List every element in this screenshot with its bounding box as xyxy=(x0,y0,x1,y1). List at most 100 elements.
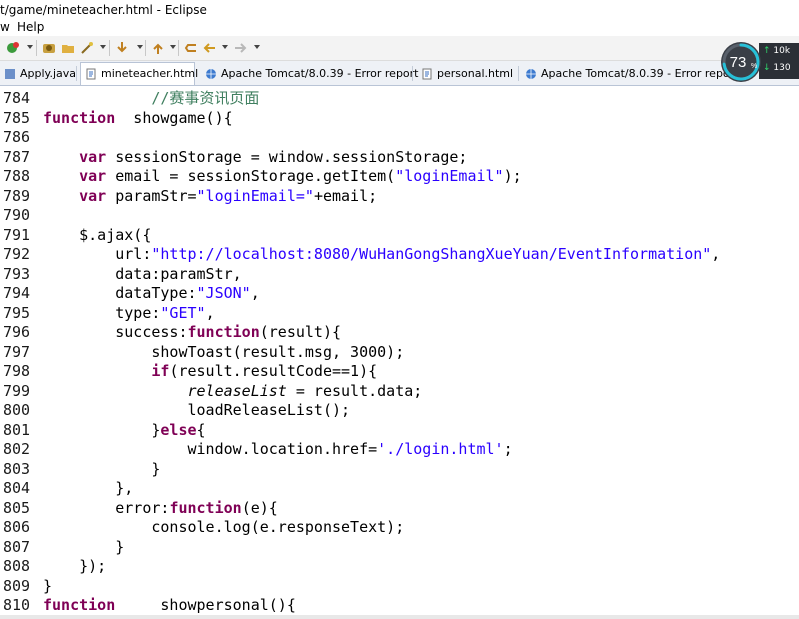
keyword-token: else xyxy=(160,420,197,439)
code-line[interactable]: 789 var paramStr="loginEmail="+email; xyxy=(0,187,799,207)
open-folder-icon[interactable] xyxy=(61,41,75,55)
code-line[interactable]: 805 error:function(e){ xyxy=(0,499,799,519)
line-number: 790 xyxy=(3,206,31,224)
tab-label: mineteacher.html xyxy=(101,67,199,80)
code-line[interactable]: 802 window.location.href='./login.html'; xyxy=(0,440,799,460)
code-line[interactable]: 798 if(result.resultCode==1){ xyxy=(0,362,799,382)
code-token: , xyxy=(250,284,260,302)
code-token: $.ajax({ xyxy=(43,225,152,244)
code-token: } xyxy=(43,576,53,595)
tab-mineteacher-html[interactable]: mineteacher.html xyxy=(80,62,199,85)
code-line[interactable]: 791 $.ajax({ xyxy=(0,226,799,246)
code-line[interactable]: 799 releaseList = result.data; xyxy=(0,382,799,402)
tab-personal-html[interactable]: personal.html xyxy=(417,63,517,84)
html-file-icon xyxy=(86,68,96,80)
line-number: 791 xyxy=(3,225,31,244)
code-line[interactable]: 797 showToast(result.msg, 3000); xyxy=(0,343,799,363)
line-number: 788 xyxy=(3,167,31,185)
horizontal-scrollbar[interactable] xyxy=(0,615,799,619)
code-line[interactable]: 795 type:"GET", xyxy=(0,304,799,324)
server-icon[interactable] xyxy=(42,41,56,55)
code-line[interactable]: 807 } xyxy=(0,538,799,558)
memory-usage-gauge[interactable]: 73 % xyxy=(717,40,767,84)
code-line[interactable]: 808 }); xyxy=(0,557,799,577)
tab-apply-java[interactable]: Apply.java xyxy=(0,63,76,84)
line-number: 785 xyxy=(3,108,31,127)
html-file-icon xyxy=(422,68,432,80)
line-number: 793 xyxy=(3,264,31,283)
tab-separator xyxy=(76,66,77,81)
wand-icon[interactable] xyxy=(80,41,94,55)
code-text: dataType:"JSON", xyxy=(43,284,260,304)
code-line[interactable]: 790 xyxy=(0,206,799,226)
forward-dropdown-icon[interactable] xyxy=(254,45,260,49)
code-text: success:function(result){ xyxy=(43,323,341,343)
code-line[interactable]: 786 xyxy=(0,128,799,148)
debug-icon[interactable] xyxy=(6,41,20,55)
code-line[interactable]: 792 url:"http://localhost:8080/WuHanGong… xyxy=(0,245,799,265)
line-number: 809 xyxy=(3,576,31,595)
code-line[interactable]: 800 loadReleaseList(); xyxy=(0,401,799,421)
code-token: type: xyxy=(43,303,161,322)
code-token: +email; xyxy=(313,186,378,205)
code-token: sessionStorage = window.sessionStorage; xyxy=(106,147,468,166)
line-number: 795 xyxy=(3,303,31,322)
code-token: showgame(){ xyxy=(115,108,233,127)
code-line[interactable]: 801 }else{ xyxy=(0,421,799,441)
code-line[interactable]: 803 } xyxy=(0,460,799,480)
code-line[interactable]: 809} xyxy=(0,577,799,597)
code-line[interactable]: 804 }, xyxy=(0,479,799,499)
code-text: function showpersonal(){ xyxy=(43,596,296,616)
code-line[interactable]: 785 function showgame(){ xyxy=(0,109,799,129)
prev-annotation-dropdown-icon[interactable] xyxy=(170,45,176,49)
line-number: 805 xyxy=(3,498,31,517)
code-token: ); xyxy=(503,167,522,185)
next-annotation-icon[interactable] xyxy=(115,41,129,55)
code-token: url: xyxy=(43,245,152,263)
back-icon[interactable] xyxy=(203,41,217,55)
debug-dropdown-icon[interactable] xyxy=(27,45,33,49)
tab-tomcat-error-report-2[interactable]: Apache Tomcat/8.0.39 - Error report xyxy=(521,63,739,84)
prev-annotation-icon[interactable] xyxy=(151,41,165,55)
tab-tomcat-error-report-1[interactable]: Apache Tomcat/8.0.39 - Error report xyxy=(201,63,419,84)
download-rate-value: 130 xyxy=(773,63,791,73)
code-token: dataType: xyxy=(43,284,197,302)
code-text: } xyxy=(43,538,124,558)
upload-rate: ↑ 10k xyxy=(763,46,790,56)
code-text: }, xyxy=(43,479,133,499)
back-dropdown-icon[interactable] xyxy=(222,45,228,49)
code-text: var paramStr="loginEmail="+email; xyxy=(43,187,377,207)
code-token: paramStr= xyxy=(106,186,197,205)
last-edit-icon[interactable] xyxy=(184,41,198,55)
code-line[interactable]: 788 var email = sessionStorage.getItem("… xyxy=(0,167,799,187)
code-text: }else{ xyxy=(43,420,205,441)
code-token: , xyxy=(711,245,721,263)
code-line[interactable]: 806 console.log(e.responseText); xyxy=(0,518,799,538)
code-line[interactable]: 793 data:paramStr, xyxy=(0,265,799,285)
code-text: loadReleaseList(); xyxy=(43,401,350,421)
code-text: } xyxy=(43,577,52,597)
line-number: 804 xyxy=(3,479,31,497)
keyword-token: function xyxy=(43,108,116,127)
code-line[interactable]: 796 success:function(result){ xyxy=(0,323,799,343)
string-token: "loginEmail" xyxy=(395,167,504,185)
code-line[interactable]: 810 function showpersonal(){ xyxy=(0,596,799,616)
next-annotation-dropdown-icon[interactable] xyxy=(137,45,143,49)
code-line[interactable]: 784 //赛事资讯页面 xyxy=(0,89,799,109)
menu-window[interactable]: w xyxy=(0,20,10,34)
web-browser-icon xyxy=(206,69,216,79)
code-line[interactable]: 794 dataType:"JSON", xyxy=(0,284,799,304)
forward-icon[interactable] xyxy=(233,41,247,55)
code-token: } xyxy=(43,420,161,439)
code-line[interactable]: 787 var sessionStorage = window.sessionS… xyxy=(0,148,799,168)
wand-dropdown-icon[interactable] xyxy=(100,45,106,49)
menu-help[interactable]: Help xyxy=(17,20,44,34)
code-token: (result){ xyxy=(259,323,342,341)
code-text: }); xyxy=(43,557,106,577)
line-number: 801 xyxy=(3,420,31,439)
line-number: 802 xyxy=(3,440,31,458)
code-editor[interactable]: 784 //赛事资讯页面 785 function showgame(){786 78… xyxy=(0,86,799,619)
